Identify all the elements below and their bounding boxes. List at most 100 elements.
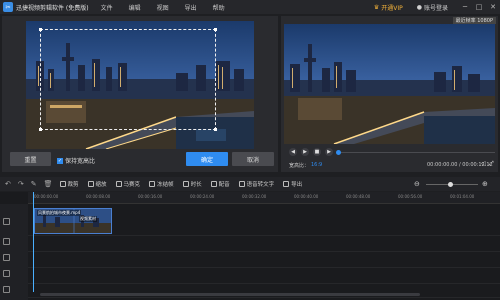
menu-edit[interactable]: 编辑 xyxy=(129,3,141,12)
cancel-button[interactable]: 取消 xyxy=(232,152,274,166)
mosaic-icon xyxy=(115,181,122,187)
redo-icon[interactable]: ↷ xyxy=(18,180,24,188)
playhead[interactable] xyxy=(33,192,34,292)
tick-label: 00:00:16.00 xyxy=(138,194,163,199)
video-clip[interactable]: 风景航拍城市夜景.mp4 视频素材 xyxy=(34,208,112,234)
tick-label: 00:00:00.00 xyxy=(34,194,59,199)
video-track-icon[interactable] xyxy=(3,218,10,225)
user-icon: ● xyxy=(416,3,422,11)
confirm-button[interactable]: 确定 xyxy=(186,152,228,166)
tool-export[interactable]: 导出 xyxy=(283,180,302,188)
tick-label: 00:00:56.00 xyxy=(398,194,423,199)
timeline-zoom-control: ⊖ ⊕ xyxy=(414,180,492,188)
crop-selection-box[interactable] xyxy=(39,28,217,131)
music-track-icon[interactable] xyxy=(3,270,10,277)
menu-file[interactable]: 文件 xyxy=(101,3,113,12)
text-track-icon[interactable] xyxy=(3,254,10,261)
export-icon xyxy=(283,181,290,187)
tool-freeze-label: 冻结帧 xyxy=(157,182,174,188)
tick-label: 00:00:08.00 xyxy=(86,194,111,199)
crown-icon: ♛ xyxy=(373,3,380,11)
tool-freeze[interactable]: 冻结帧 xyxy=(149,180,174,188)
tool-crop[interactable]: 裁剪 xyxy=(59,180,79,188)
play-icon[interactable]: ▶ xyxy=(301,148,309,156)
zoom-icon xyxy=(87,181,94,187)
preview-panel: 最近帧率 1080P ◀ ▶ ■ ▶ 宽高比： 16:9 00:00:00.00… xyxy=(281,16,498,172)
close-icon[interactable]: ✕ xyxy=(486,3,500,11)
crop-handle-br[interactable] xyxy=(214,128,217,131)
title-bar: ✂ 迅捷视频剪辑软件 (免费版) 文件 编辑 视图 导出 帮助 ♛ 开通VIP … xyxy=(0,0,500,14)
tool-speech-to-text[interactable]: 语音转文字 xyxy=(238,180,275,188)
menu-bar: 文件 编辑 视图 导出 帮助 xyxy=(101,3,241,12)
playback-controls: ◀ ▶ ■ ▶ xyxy=(281,146,498,158)
checkbox-checked-icon: ✓ xyxy=(57,157,63,164)
crop-icon xyxy=(59,181,66,187)
menu-view[interactable]: 视图 xyxy=(157,3,169,12)
undo-icon[interactable]: ↶ xyxy=(5,180,11,188)
crop-handle-tl[interactable] xyxy=(39,28,42,31)
stop-icon[interactable]: ■ xyxy=(313,148,321,156)
picture-track-icon[interactable] xyxy=(3,238,10,245)
preview-info: 宽高比： 16:9 00:00:00.00 / 00:00:12.12 ◁ ⤢ xyxy=(281,160,498,170)
tool-mosaic[interactable]: 马赛克 xyxy=(115,180,141,188)
voice-track-icon[interactable] xyxy=(3,286,10,293)
login-button[interactable]: ● 账号登录 xyxy=(417,3,448,12)
tool-export-label: 导出 xyxy=(291,182,303,188)
tick-label: 00:00:32.00 xyxy=(242,194,267,199)
playback-knob[interactable] xyxy=(336,150,341,155)
vip-button[interactable]: ♛ 开通VIP xyxy=(374,3,403,12)
menu-export[interactable]: 导出 xyxy=(185,3,197,12)
vip-label: 开通VIP xyxy=(381,4,403,12)
aspect-value[interactable]: 16:9 xyxy=(311,162,322,168)
delete-icon[interactable]: 🗑 xyxy=(44,180,53,188)
music-track[interactable] xyxy=(28,268,500,284)
tool-crop-label: 裁剪 xyxy=(67,182,79,188)
login-label: 账号登录 xyxy=(423,4,448,12)
track-headers xyxy=(0,204,28,300)
tool-duration[interactable]: 时长 xyxy=(182,180,202,188)
clip-label: 风景航拍城市夜景.mp4 xyxy=(37,210,82,216)
reset-button[interactable]: 重置 xyxy=(10,152,51,166)
clip-label-secondary: 视频素材 xyxy=(79,216,97,222)
tick-label: 00:01:04.00 xyxy=(450,194,475,199)
resolution-badge: 最近帧率 1080P xyxy=(452,17,496,24)
tool-mosaic-label: 马赛克 xyxy=(123,182,141,188)
crop-button-row: 重置 ✓ 保持宽高比 确定 取消 xyxy=(2,152,278,170)
app-logo-icon: ✂ xyxy=(3,2,13,12)
tick-label: 00:00:24.00 xyxy=(190,194,215,199)
menu-help[interactable]: 帮助 xyxy=(213,3,225,12)
tool-duration-label: 时长 xyxy=(190,182,202,188)
fullscreen-icon[interactable]: ⤢ xyxy=(489,160,494,168)
tool-zoom[interactable]: 缩放 xyxy=(87,180,107,188)
next-frame-icon[interactable]: ▶ xyxy=(325,148,333,156)
picture-track[interactable] xyxy=(28,236,500,252)
freeze-frame-icon xyxy=(149,181,156,187)
crop-handle-tr[interactable] xyxy=(214,28,217,31)
speech-text-icon xyxy=(238,181,245,187)
prev-frame-icon[interactable]: ◀ xyxy=(289,148,297,156)
timeline-scrollbar[interactable] xyxy=(40,293,420,296)
minimize-icon[interactable]: ─ xyxy=(458,3,472,11)
volume-icon[interactable]: ◁ xyxy=(481,160,486,167)
zoom-out-icon[interactable]: ⊖ xyxy=(414,180,420,188)
maximize-icon[interactable]: □ xyxy=(472,3,486,11)
crop-handle-bl[interactable] xyxy=(39,128,42,131)
zoom-knob[interactable] xyxy=(448,182,453,187)
text-track[interactable] xyxy=(28,252,500,268)
tool-dub[interactable]: 配音 xyxy=(210,180,230,188)
time-ruler[interactable]: 00:00:00.00 00:00:08.00 00:00:16.00 00:0… xyxy=(28,192,500,204)
city-night-preview-image xyxy=(284,24,495,144)
crop-panel: 重置 ✓ 保持宽高比 确定 取消 xyxy=(2,16,278,172)
tool-zoom-label: 缩放 xyxy=(95,182,107,188)
preview-video xyxy=(284,24,495,144)
pen-icon[interactable]: ✎ xyxy=(31,180,37,188)
zoom-in-icon[interactable]: ⊕ xyxy=(482,180,488,188)
tool-dub-label: 配音 xyxy=(218,182,230,188)
playback-progress-track[interactable] xyxy=(339,152,495,153)
keep-ratio-label: 保持宽高比 xyxy=(65,158,96,165)
microphone-icon xyxy=(210,181,217,187)
clock-icon xyxy=(182,181,189,187)
keep-ratio-checkbox[interactable]: ✓ 保持宽高比 xyxy=(57,156,95,165)
tool-speech-to-text-label: 语音转文字 xyxy=(246,182,275,188)
tick-label: 00:00:48.00 xyxy=(346,194,371,199)
